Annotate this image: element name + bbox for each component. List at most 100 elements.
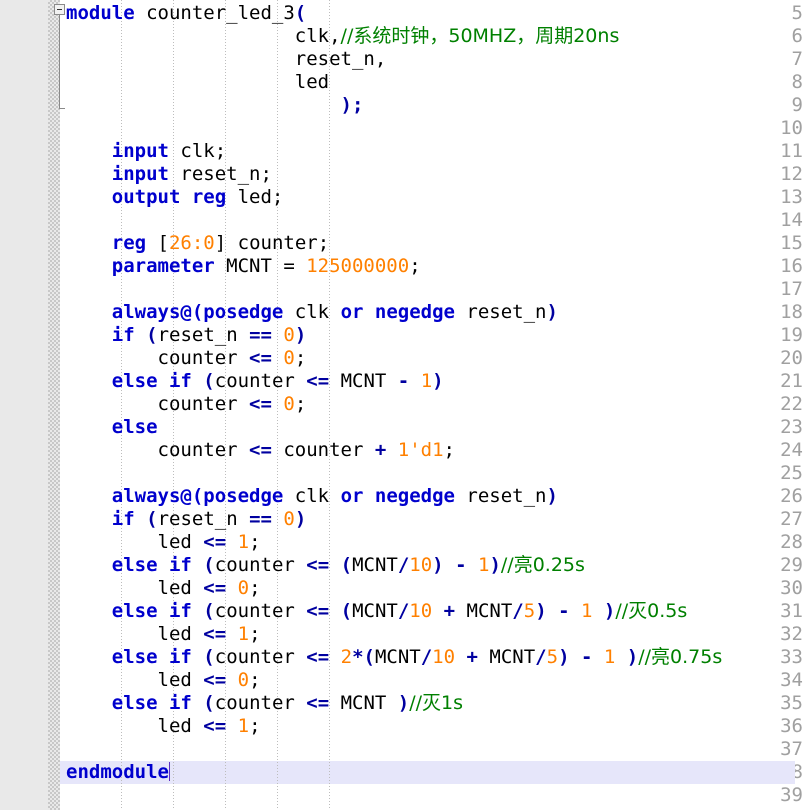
code-line[interactable]: output reg led; [60,186,803,209]
code-line[interactable]: else [60,416,803,439]
code-token: <= [203,715,227,737]
code-token: ] counter; [214,232,330,254]
code-line[interactable]: led [60,71,803,94]
code-token: <= [306,692,330,714]
code-token: always@(posedge [111,301,284,323]
code-token: + [374,439,387,461]
code-token: if [111,324,135,346]
code-line[interactable]: counter <= 0; [60,347,803,370]
code-token: ( [203,692,215,714]
code-line[interactable]: led <= 0; [60,577,803,600]
code-line[interactable]: else if (counter <= MCNT )//灭1s [60,692,803,715]
code-line[interactable]: endmodule [60,761,803,784]
code-token: ; [443,439,455,461]
code-line[interactable]: led <= 0; [60,669,803,692]
code-line[interactable] [60,209,803,232]
code-token: 1 [581,600,593,622]
code-token: clk; [168,140,227,162]
code-token: else if [111,692,192,714]
code-token: 10 [409,600,433,622]
code-token: 10 [432,646,456,668]
code-token: ); [340,94,364,116]
code-token: / [512,600,524,622]
code-token: ; [249,623,261,645]
code-line[interactable]: input reset_n; [60,163,803,186]
code-token: counter [214,554,307,576]
code-line[interactable]: reset_n, [60,48,803,71]
code-line[interactable]: clk,//系统时钟，50MHZ，周期20ns [60,25,803,48]
code-token: counter [214,692,307,714]
code-line[interactable]: counter <= 0; [60,393,803,416]
code-token: ( [203,370,215,392]
fold-minus-icon[interactable] [54,4,65,15]
fold-margin-strip[interactable] [48,0,60,810]
code-token: //系统时钟，50MHZ，周期20ns [340,25,620,47]
code-line[interactable]: parameter MCNT = 125000000; [60,255,803,278]
code-line[interactable]: led <= 1; [60,715,803,738]
code-token: reset_n [157,508,250,530]
code-line[interactable]: always@(posedge clk or negedge reset_n) [60,485,803,508]
code-line[interactable]: input clk; [60,140,803,163]
code-token: / [397,600,410,622]
code-token: ( [294,2,307,24]
code-token: 0 [283,347,295,369]
code-token: ) [294,324,307,346]
code-line[interactable]: if (reset_n == 0) [60,508,803,531]
code-line[interactable]: ); [60,94,803,117]
code-token: ) [603,600,616,622]
code-token: clk [283,485,341,507]
code-line[interactable]: led <= 1; [60,531,803,554]
code-line[interactable]: else if (counter <= (MCNT/10) - 1)//亮0.2… [60,554,803,577]
code-token: clk [283,301,341,323]
code-text-area[interactable]: module counter_led_3( clk,//系统时钟，50MHZ，周… [60,0,803,810]
code-token: reg [111,232,147,254]
code-token: 26:0 [168,232,215,254]
code-token: ) [626,646,639,668]
code-token: 0 [283,393,295,415]
code-line[interactable]: if (reset_n == 0) [60,324,803,347]
code-token: counter [66,439,250,461]
code-token: ( [203,600,215,622]
code-token: 0 [283,324,295,346]
code-line[interactable]: else if (counter <= 2*(MCNT/10 + MCNT/5)… [60,646,803,669]
code-line[interactable] [60,278,803,301]
code-token: counter [66,393,250,415]
code-token: *( [352,646,375,668]
code-line[interactable]: else if (counter <= (MCNT/10 + MCNT/5) -… [60,600,803,623]
code-line[interactable]: led <= 1; [60,623,803,646]
code-line[interactable]: module counter_led_3( [60,2,803,25]
code-token: MCNT = [214,255,307,277]
code-token: 1 [477,554,490,576]
code-token: else if [111,600,192,622]
code-token: //灭0.5s [615,600,688,622]
code-token: + [443,600,456,622]
code-line[interactable] [60,462,803,485]
code-line[interactable]: else if (counter <= MCNT - 1) [60,370,803,393]
code-line[interactable] [60,738,803,761]
code-line[interactable] [60,117,803,140]
code-editor[interactable]: 5 6 7 8 9 10 11 12 13 14 15 16 17 18 19 20 21 22 23 24 25 26 2… [0,0,803,810]
line-number-gutter [0,0,48,810]
code-token: - [558,600,570,622]
code-token: <= [203,531,227,553]
code-line[interactable]: always@(posedge clk or negedge reset_n) [60,301,803,324]
code-line[interactable]: reg [26:0] counter; [60,232,803,255]
code-token: MCNT [455,600,513,622]
code-token: led [66,715,204,737]
code-line[interactable]: counter <= counter + 1'd1; [60,439,803,462]
code-token: else [111,416,158,438]
code-line[interactable] [60,784,803,807]
